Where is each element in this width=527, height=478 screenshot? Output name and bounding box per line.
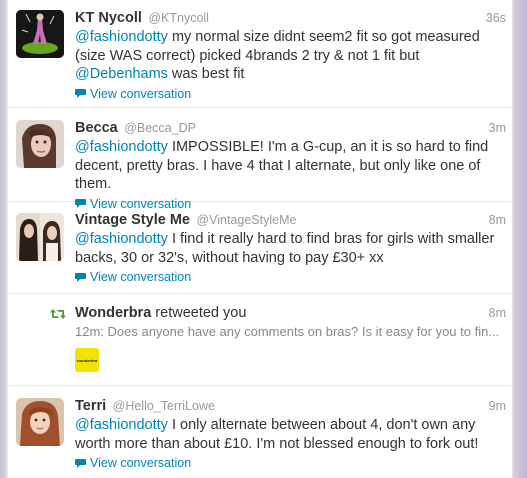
mention-link[interactable]: @fashiondotty: [75, 29, 168, 45]
username[interactable]: @Becca_DP: [124, 121, 196, 135]
conversation-icon: [75, 458, 86, 468]
fullname[interactable]: Vintage Style Me: [75, 212, 190, 228]
retweet-notification[interactable]: Wonderbra retweeted you 8m 12m: Does any…: [8, 294, 512, 386]
timestamp[interactable]: 8m: [489, 303, 506, 323]
conversation-icon: [75, 272, 86, 282]
view-conversation-link[interactable]: View conversation: [75, 269, 512, 285]
avatar[interactable]: [16, 120, 64, 168]
avatar[interactable]: [16, 398, 64, 446]
tweet-text: @fashiondotty I only alternate between a…: [75, 417, 479, 452]
fullname[interactable]: KT Nycoll: [75, 10, 142, 26]
fullname[interactable]: Terri: [75, 398, 106, 414]
tweet-text: @fashiondotty IMPOSSIBLE! I'm a G-cup, a…: [75, 139, 489, 192]
wonderbra-logo[interactable]: wonderbra: [75, 348, 99, 372]
timestamp[interactable]: 8m: [489, 210, 506, 230]
tweet-item[interactable]: Vintage Style Me @VintageStyleMe 8m @fas…: [8, 202, 512, 294]
conversation-icon: [75, 89, 86, 98]
mention-link[interactable]: @fashiondotty: [75, 417, 168, 433]
tweet-item[interactable]: Becca @Becca_DP 3m @fashiondotty IMPOSSI…: [8, 108, 512, 211]
view-conversation-link[interactable]: View conversation: [75, 86, 512, 102]
tweet-text: @fashiondotty I find it really hard to f…: [75, 231, 495, 266]
retweet-icon: [50, 309, 66, 319]
tweet-text: @fashiondotty my normal size didnt seem2…: [75, 29, 480, 82]
mention-link[interactable]: @fashiondotty: [75, 139, 168, 155]
avatar[interactable]: [16, 213, 64, 261]
username[interactable]: @Hello_TerriLowe: [113, 399, 215, 413]
avatar[interactable]: [16, 10, 64, 58]
username[interactable]: @KTnycoll: [148, 11, 209, 25]
timestamp[interactable]: 9m: [489, 396, 506, 416]
mention-link[interactable]: @fashiondotty: [75, 231, 168, 247]
timestamp[interactable]: 36s: [486, 8, 506, 28]
view-conversation-link[interactable]: View conversation: [75, 455, 512, 471]
mention-link[interactable]: @Debenhams: [75, 66, 168, 82]
username[interactable]: @VintageStyleMe: [196, 213, 296, 227]
tweet-item[interactable]: KT Nycoll @KTnycoll 36s @fashiondotty my…: [8, 0, 512, 108]
retweeter-name[interactable]: Wonderbra: [75, 305, 151, 321]
notification-stream: KT Nycoll @KTnycoll 36s @fashiondotty my…: [7, 0, 513, 478]
retweeted-tweet-preview[interactable]: 12m: Does anyone have any comments on br…: [75, 323, 503, 341]
retweet-line: Wonderbra retweeted you: [75, 305, 247, 321]
timestamp[interactable]: 3m: [489, 118, 506, 138]
fullname[interactable]: Becca: [75, 120, 118, 136]
tweet-item[interactable]: Terri @Hello_TerriLowe 9m @fashiondotty …: [8, 386, 512, 478]
